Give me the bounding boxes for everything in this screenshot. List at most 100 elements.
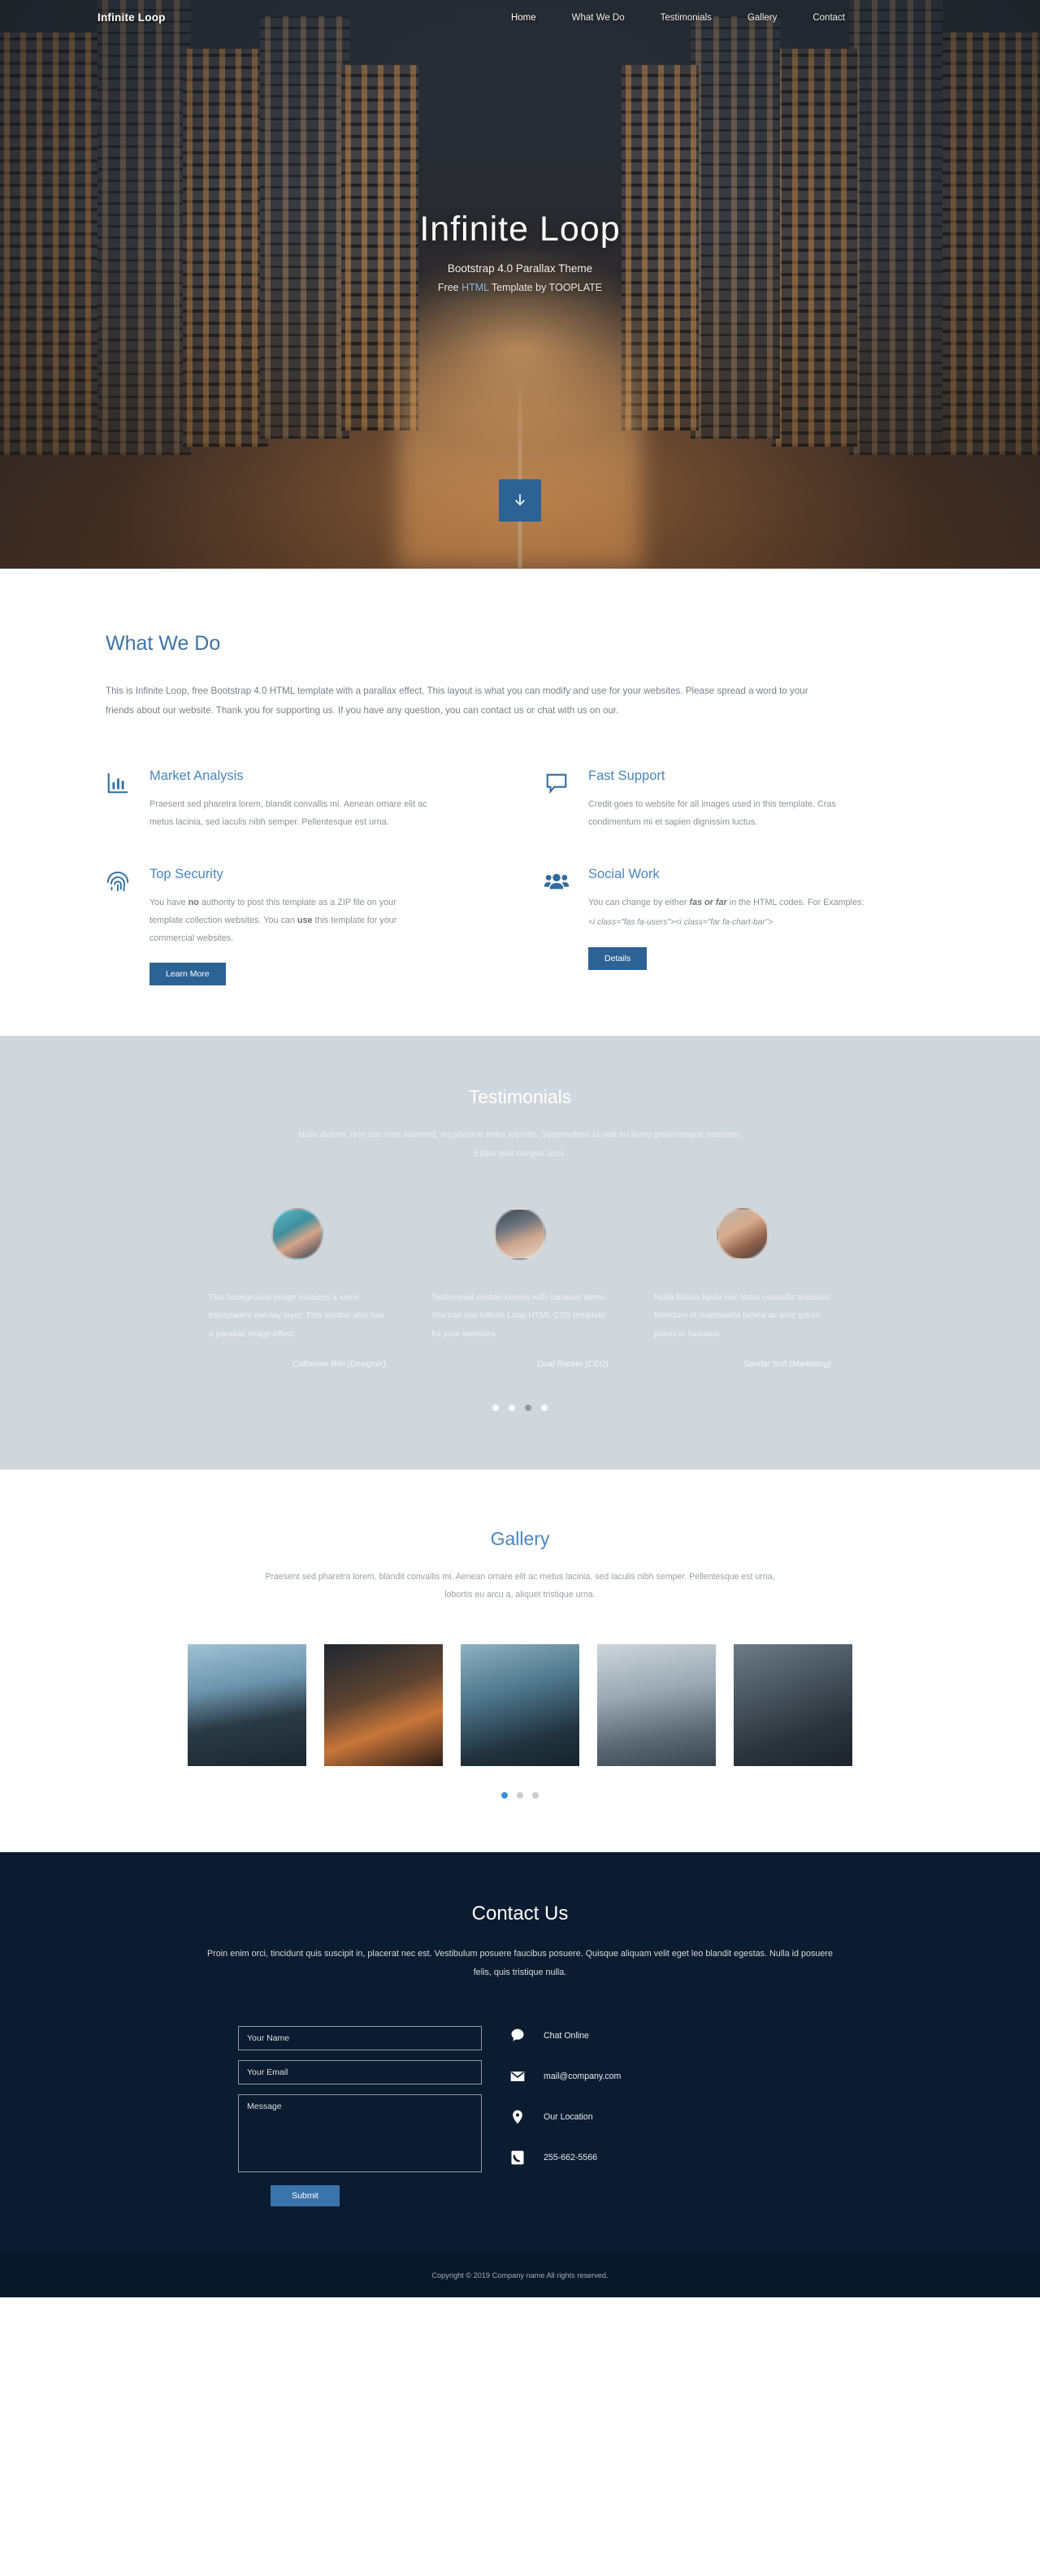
carousel-dot-1[interactable] <box>492 1404 499 1411</box>
contact-section: Contact Us Proin enim orci, tincidunt qu… <box>0 1852 1040 2250</box>
testimonials-title: Testimonials <box>468 1086 572 1108</box>
feature-text-fast-support: Credit goes to website for all images us… <box>588 799 836 827</box>
social-text-2: in the HTML codes. For Examples: <box>726 897 864 907</box>
testimonial-author: Catherine Win (Designer) <box>292 1359 386 1369</box>
feature-title-social-work: Social Work <box>588 866 660 881</box>
name-field[interactable] <box>238 2025 482 2050</box>
nav-item-gallery[interactable]: Gallery <box>748 10 777 24</box>
testimonial-author: Sandar Soft (Marketing) <box>743 1359 831 1369</box>
hero-title: Infinite Loop <box>419 210 621 249</box>
comment-icon <box>544 768 572 831</box>
nav-item-what-we-do[interactable]: What We Do <box>572 10 625 24</box>
hero-tagline: Free HTML Template by TOOPLATE <box>0 282 1040 293</box>
gallery-dot-2[interactable] <box>517 1792 523 1799</box>
gallery-image-2[interactable] <box>324 1644 443 1767</box>
social-bold-1: fas or far <box>689 897 727 907</box>
security-text-1: You have <box>150 897 188 907</box>
feature-title-top-security: Top Security <box>150 866 223 881</box>
gallery-image-4[interactable] <box>597 1644 716 1767</box>
envelope-icon <box>509 2068 526 2085</box>
contact-info-label: 255-662-5566 <box>544 2152 597 2163</box>
learn-more-button[interactable]: Learn More <box>150 963 226 986</box>
nav-link-gallery[interactable]: Gallery <box>748 13 777 23</box>
chart-bar-icon <box>106 768 133 831</box>
feature-card-social-work: Social Work You can change by either fas… <box>544 867 942 985</box>
feature-text-market-analysis: Praesent sed pharetra lorem, blandit con… <box>150 799 427 827</box>
contact-title: Contact Us <box>471 1903 569 1925</box>
arrow-down-icon <box>512 491 528 510</box>
gallery-section: Gallery Praesent sed pharetra lorem, bla… <box>0 1469 1040 1853</box>
hero-tagline-before: Free <box>437 282 462 293</box>
contact-subtitle: Proin enim orci, tincidunt quis suscipit… <box>206 1949 833 1977</box>
contact-info-list: Chat Online mail@company.com Our Locatio… <box>509 2026 621 2206</box>
nav-link-contact[interactable]: Contact <box>812 13 845 23</box>
testimonials-subtitle: Nulla dictum, rem non eros euismod, eu p… <box>298 1130 742 1158</box>
avatar <box>717 1207 769 1260</box>
contact-row: Submit Chat Online mail@company.com Our … <box>0 2025 1040 2206</box>
gallery-carousel-dots <box>0 1792 1040 1799</box>
hero-tagline-highlight[interactable]: HTML <box>462 282 489 293</box>
contact-info-label: mail@company.com <box>544 2071 622 2081</box>
gallery-image-1[interactable] <box>188 1644 306 1767</box>
email-field[interactable] <box>238 2059 482 2085</box>
gallery-image-3[interactable] <box>461 1644 579 1767</box>
gallery-grid <box>0 1644 1040 1767</box>
nav-item-contact[interactable]: Contact <box>812 10 845 24</box>
phone-icon <box>509 2150 526 2166</box>
contact-info-label: Our Location <box>544 2111 593 2122</box>
message-field[interactable] <box>238 2093 482 2172</box>
gallery-subtitle: Praesent sed pharetra lorem, blandit con… <box>265 1571 775 1600</box>
feature-title-market-analysis: Market Analysis <box>150 768 244 783</box>
nav-menu: Home What We Do Testimonials Gallery Con… <box>511 10 845 24</box>
contact-info-location[interactable]: Our Location <box>509 2109 621 2125</box>
testimonial-carousel: This background image includes a semi-tr… <box>0 1207 1040 1369</box>
feature-title-fast-support: Fast Support <box>588 768 665 783</box>
testimonial-item: This background image includes a semi-tr… <box>209 1207 386 1369</box>
brand-logo[interactable]: Infinite Loop <box>98 11 166 24</box>
users-icon <box>544 867 572 985</box>
gallery-image-5[interactable] <box>734 1644 852 1767</box>
nav-link-what-we-do[interactable]: What We Do <box>572 13 625 23</box>
contact-info-email[interactable]: mail@company.com <box>509 2068 621 2085</box>
gallery-dot-1[interactable] <box>501 1792 508 1799</box>
avatar <box>271 1207 323 1260</box>
feature-text-social-work: You can change by either fas or far in t… <box>588 894 864 932</box>
contact-info-phone[interactable]: 255-662-5566 <box>509 2150 621 2166</box>
hero-content: Infinite Loop Bootstrap 4.0 Parallax The… <box>0 210 1040 293</box>
carousel-dot-4[interactable] <box>541 1404 548 1411</box>
nav-link-testimonials[interactable]: Testimonials <box>661 13 712 23</box>
gallery-dot-3[interactable] <box>532 1792 539 1799</box>
what-we-do-section: What We Do This is Infinite Loop, free B… <box>0 569 1040 1037</box>
hero-subtitle: Bootstrap 4.0 Parallax Theme <box>447 262 593 275</box>
feature-card-top-security: Top Security You have no authority to po… <box>106 866 504 986</box>
carousel-dot-3[interactable] <box>525 1404 531 1411</box>
feature-card-market-analysis: Market Analysis Praesent sed pharetra lo… <box>106 768 504 831</box>
feature-grid: Market Analysis Praesent sed pharetra lo… <box>106 768 942 986</box>
feature-card-fast-support: Fast Support Credit goes to website for … <box>544 768 942 831</box>
contact-info-chat[interactable]: Chat Online <box>509 2028 621 2044</box>
scroll-down-button[interactable] <box>499 479 541 522</box>
nav-item-home[interactable]: Home <box>511 10 536 24</box>
what-we-do-title: What We Do <box>106 632 221 655</box>
nav-item-testimonials[interactable]: Testimonials <box>661 10 712 24</box>
feature-text-top-security: You have no authority to post this templ… <box>150 894 430 947</box>
nav-link-home[interactable]: Home <box>511 13 536 23</box>
social-text-1: You can change by either <box>588 897 690 907</box>
gallery-title: Gallery <box>490 1527 550 1549</box>
contact-form: Submit <box>238 2025 482 2206</box>
testimonial-item: Testimonial section comes with carousel … <box>431 1207 609 1369</box>
what-we-do-intro: This is Infinite Loop, free Bootstrap 4.… <box>106 686 808 717</box>
avatar <box>494 1207 546 1260</box>
testimonial-text: Testimonial section comes with carousel … <box>431 1292 607 1339</box>
testimonial-text: This background image includes a semi-tr… <box>209 1292 385 1339</box>
submit-button[interactable]: Submit <box>271 2184 340 2206</box>
testimonial-item: Nulla finibus ligula nec tortor convalli… <box>654 1207 831 1369</box>
hero-section: Infinite Loop Home What We Do Testimonia… <box>0 0 1040 569</box>
details-button[interactable]: Details <box>588 946 648 970</box>
testimonial-text: Nulla finibus ligula nec tortor convalli… <box>654 1292 831 1339</box>
testimonial-carousel-dots <box>0 1404 1040 1411</box>
chat-icon <box>509 2028 526 2044</box>
carousel-dot-2[interactable] <box>509 1404 515 1411</box>
testimonial-author: Dual Rocker (CEO) <box>537 1359 609 1369</box>
page-footer: Copyright © 2019 Company name All rights… <box>0 2249 1040 2297</box>
